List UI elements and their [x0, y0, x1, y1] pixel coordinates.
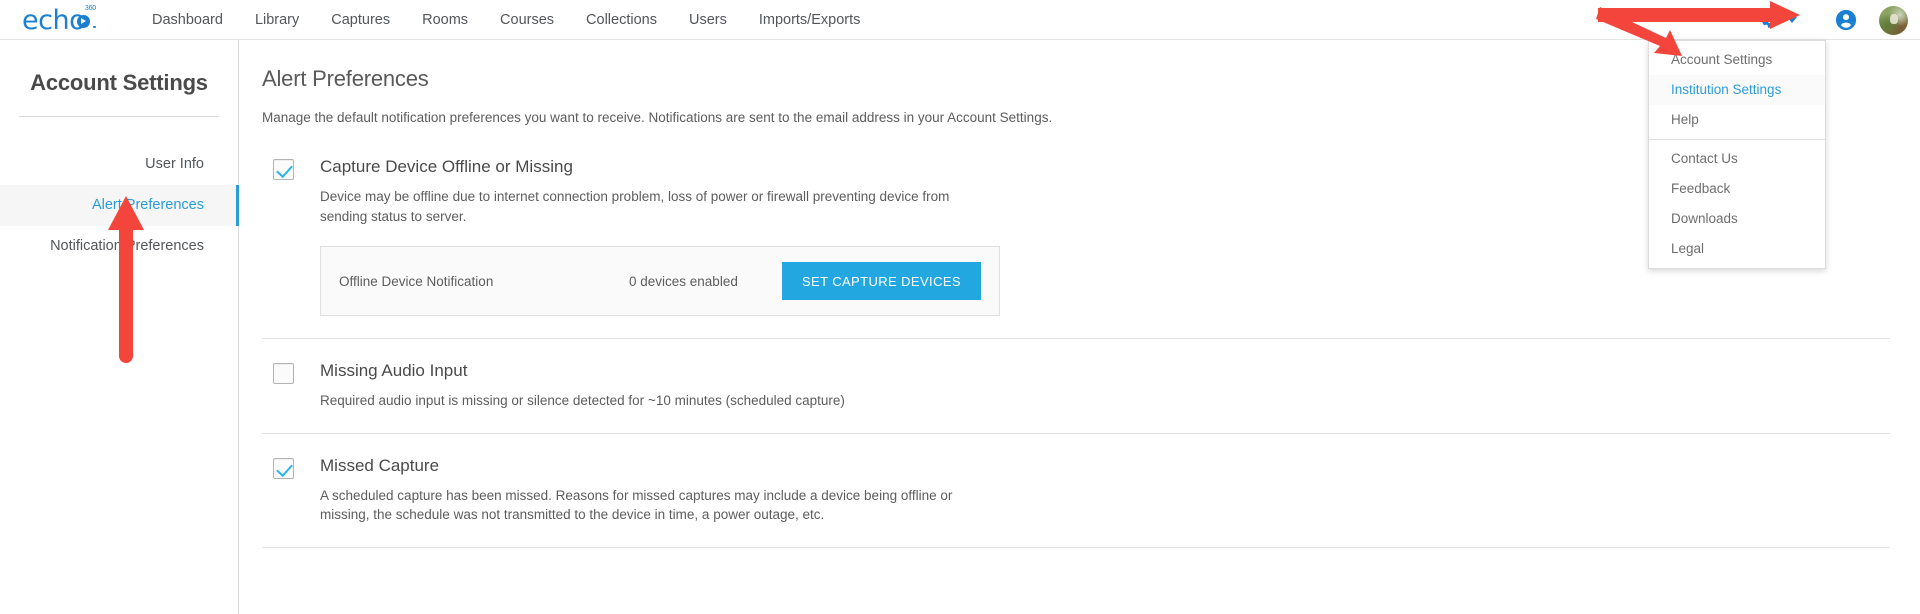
checkbox-missed-capture[interactable]	[273, 457, 294, 479]
sidebar-item-user-info[interactable]: User Info	[0, 144, 238, 185]
nav-courses[interactable]: Courses	[484, 0, 570, 40]
nav-dashboard[interactable]: Dashboard	[136, 0, 239, 40]
preference-row-missing-audio-input: Missing Audio Input Required audio input…	[262, 339, 1890, 434]
preference-title: Missed Capture	[320, 455, 440, 475]
devices-enabled-count: 0 devices enabled	[629, 273, 738, 289]
logo-play-icon	[77, 14, 90, 28]
sidebar-item-notification-preferences[interactable]: Notification Preferences	[0, 226, 238, 267]
nav-rooms[interactable]: Rooms	[406, 0, 484, 40]
set-capture-devices-button[interactable]: SET CAPTURE DEVICES	[781, 262, 981, 301]
nav-library[interactable]: Library	[239, 0, 315, 40]
preference-description: A scheduled capture has been missed. Rea…	[320, 487, 953, 523]
page-title: Alert Preferences	[262, 66, 429, 91]
sidebar-item-list: User Info Alert Preferences Notification…	[0, 144, 239, 267]
settings-dropdown-menu: Account Settings Institution Settings He…	[1648, 40, 1826, 269]
nav-imports-exports[interactable]: Imports/Exports	[743, 0, 877, 40]
menu-divider	[1649, 139, 1825, 140]
page-subtitle: Manage the default notification preferen…	[262, 110, 1053, 125]
offline-device-notification-label: Offline Device Notification	[339, 273, 494, 289]
top-navigation-bar: echo 360 Dashboard Library Captures Room…	[0, 0, 1920, 40]
settings-menu-trigger[interactable]	[1756, 10, 1801, 30]
checkbox-capture-device-offline[interactable]	[273, 159, 294, 180]
logo-wordmark: echo	[22, 5, 86, 36]
user-avatar[interactable]	[1879, 5, 1908, 35]
menu-item-institution-settings[interactable]: Institution Settings	[1649, 75, 1825, 105]
page-root: echo 360 Dashboard Library Captures Room…	[0, 0, 1920, 614]
menu-item-downloads[interactable]: Downloads	[1649, 204, 1825, 234]
person-icon[interactable]	[1835, 9, 1857, 31]
preference-body: Missing Audio Input Required audio input…	[320, 361, 1890, 411]
menu-item-help[interactable]: Help	[1649, 105, 1825, 135]
gear-icon	[1762, 11, 1778, 28]
logo-superscript-360: 360	[84, 4, 96, 12]
offline-device-notification-panel: Offline Device Notification 0 devices en…	[320, 246, 1000, 317]
menu-item-feedback[interactable]: Feedback	[1649, 174, 1825, 204]
menu-item-account-settings[interactable]: Account Settings	[1649, 45, 1825, 75]
echo360-logo[interactable]: echo 360	[22, 3, 100, 37]
nav-captures[interactable]: Captures	[315, 0, 406, 40]
preference-description: Device may be offline due to internet co…	[320, 189, 950, 224]
preference-row-capture-device-offline: Capture Device Offline or Missing Device…	[262, 135, 1890, 340]
top-nav-right-cluster	[1756, 0, 1920, 40]
preference-title: Missing Audio Input	[320, 361, 468, 381]
preference-row-missed-capture: Missed Capture A scheduled capture has b…	[262, 434, 1890, 548]
nav-users[interactable]: Users	[673, 0, 743, 40]
preference-body: Missed Capture A scheduled capture has b…	[320, 456, 1890, 525]
alert-preferences-list: Capture Device Offline or Missing Device…	[262, 135, 1890, 548]
chevron-down-icon	[1787, 17, 1797, 23]
nav-collections[interactable]: Collections	[570, 0, 673, 40]
account-settings-sidebar: Account Settings User Info Alert Prefere…	[0, 40, 239, 614]
menu-item-contact-us[interactable]: Contact Us	[1649, 144, 1825, 174]
preference-description: Required audio input is missing or silen…	[320, 393, 845, 409]
sidebar-divider	[19, 116, 219, 117]
sidebar-title: Account Settings	[30, 70, 208, 95]
checkbox-missing-audio-input[interactable]	[273, 363, 294, 385]
menu-item-legal[interactable]: Legal	[1649, 234, 1825, 264]
logo-registered-dot	[93, 25, 96, 28]
sidebar-item-alert-preferences[interactable]: Alert Preferences	[0, 185, 239, 226]
primary-nav-items: Dashboard Library Captures Rooms Courses…	[136, 0, 876, 40]
